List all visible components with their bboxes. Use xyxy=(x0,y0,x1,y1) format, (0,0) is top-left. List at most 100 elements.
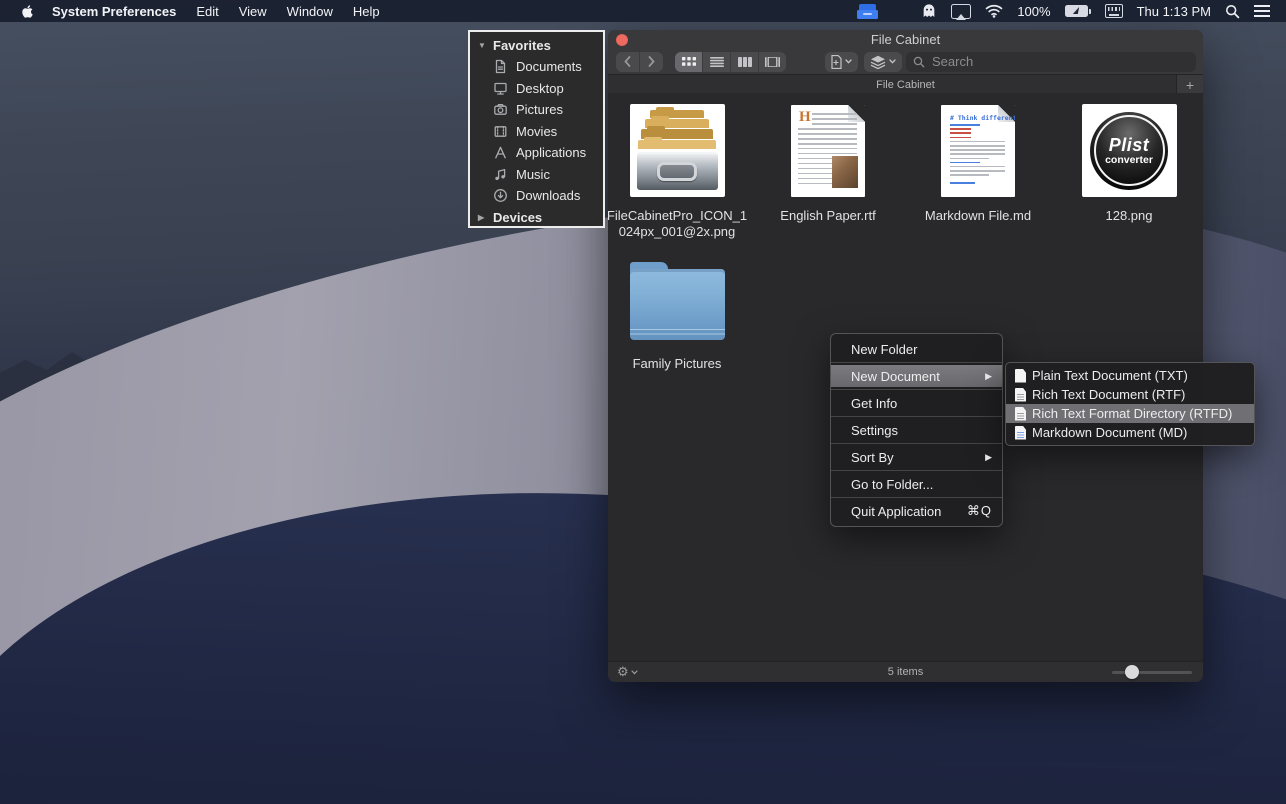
markdown-link-line xyxy=(950,182,976,184)
submenu-item-markdown-md[interactable]: Markdown Document (MD) xyxy=(1006,423,1254,442)
folder-icon xyxy=(608,262,752,340)
document-icon xyxy=(1015,387,1026,402)
menu-bar-clock[interactable]: Thu 1:13 PM xyxy=(1137,4,1211,19)
disclosure-right-icon[interactable]: ▶ xyxy=(478,213,487,222)
file-name: Family Pictures xyxy=(632,356,722,371)
file-item-markdown-md[interactable]: # Think different Markdown File.md xyxy=(903,104,1053,224)
new-document-submenu: Plain Text Document (TXT) Rich Text Docu… xyxy=(1005,362,1255,446)
current-tab-label: File Cabinet xyxy=(876,78,935,91)
new-document-toolbar-button[interactable] xyxy=(825,51,858,72)
document-icon xyxy=(1015,425,1026,440)
submenu-item-plain-text-txt[interactable]: Plain Text Document (TXT) xyxy=(1006,366,1254,385)
window-title: File Cabinet xyxy=(870,32,941,47)
sidebar-item-pictures[interactable]: Pictures xyxy=(470,99,603,121)
sidebar-item-movies[interactable]: Movies xyxy=(470,121,603,143)
plist-converter-logo: Plist converter xyxy=(1090,111,1168,190)
chevron-down-icon xyxy=(845,59,852,64)
view-mode-segmented-control xyxy=(675,51,786,72)
list-view-icon xyxy=(709,56,724,67)
spotlight-search-icon[interactable] xyxy=(1225,4,1240,19)
stack-menu-icon[interactable] xyxy=(892,4,907,18)
submenu-item-rich-text-format-directory-rtfd[interactable]: Rich Text Format Directory (RTFD) xyxy=(1006,404,1254,423)
layers-icon xyxy=(870,55,886,69)
disclosure-down-icon[interactable]: ▼ xyxy=(478,41,487,50)
menu-help[interactable]: Help xyxy=(343,4,390,19)
file-item-128-png[interactable]: Plist converter 128.png xyxy=(1054,104,1203,224)
battery-charging-icon[interactable] xyxy=(1064,5,1091,17)
menu-view[interactable]: View xyxy=(229,4,277,19)
menu-edit[interactable]: Edit xyxy=(186,4,228,19)
context-menu: New Folder New Document Get Info Setting… xyxy=(830,333,1003,527)
favorites-header[interactable]: ▼ Favorites xyxy=(470,35,603,56)
tab-bar[interactable]: File Cabinet + xyxy=(608,75,1203,95)
file-name: Markdown File.md xyxy=(924,208,1032,223)
back-button[interactable] xyxy=(616,52,639,72)
new-tab-button[interactable]: + xyxy=(1176,75,1203,94)
file-item-english-paper-rtf[interactable]: H English Paper.rtf xyxy=(753,104,903,224)
sidebar-item-music[interactable]: Music xyxy=(470,164,603,186)
png-thumbnail xyxy=(608,104,752,197)
group-toolbar-button[interactable] xyxy=(864,51,902,72)
battery-percent[interactable]: 100% xyxy=(1017,4,1050,19)
app-menu-title[interactable]: System Preferences xyxy=(42,4,186,19)
file-item-filecabinetpro-png[interactable]: FileCabinetPro_ICON_1024px_001@2x.png xyxy=(608,104,752,239)
file-name: English Paper.rtf xyxy=(780,208,876,223)
window-toolbar xyxy=(608,49,1203,75)
camera-icon xyxy=(494,104,507,116)
menu-item-sort-by[interactable]: Sort By xyxy=(831,446,1002,468)
search-icon xyxy=(913,56,925,67)
keyboard-shortcut: ⌘Q xyxy=(966,503,992,518)
menu-item-new-document[interactable]: New Document xyxy=(831,365,1002,387)
menu-item-get-info[interactable]: Get Info xyxy=(831,392,1002,414)
menu-item-new-folder[interactable]: New Folder xyxy=(831,338,1002,360)
menu-window[interactable]: Window xyxy=(277,4,343,19)
sidebar-item-downloads[interactable]: Downloads xyxy=(470,185,603,207)
menu-item-settings[interactable]: Settings xyxy=(831,419,1002,441)
ghost-menu-icon[interactable] xyxy=(921,3,937,19)
document-icon xyxy=(495,60,506,74)
music-note-icon xyxy=(495,168,506,180)
status-bar: 5 items xyxy=(608,661,1203,682)
embedded-photo xyxy=(832,156,858,188)
wifi-menu-icon[interactable] xyxy=(985,4,1003,18)
gallery-view-button[interactable] xyxy=(758,51,786,72)
chevron-down-icon xyxy=(889,59,896,64)
submenu-item-rich-text-rtf[interactable]: Rich Text Document (RTF) xyxy=(1006,385,1254,404)
sidebar-item-applications[interactable]: Applications xyxy=(470,142,603,164)
devices-header[interactable]: ▶ Devices xyxy=(470,207,603,228)
sidebar-item-desktop[interactable]: Desktop xyxy=(470,78,603,100)
markdown-lines xyxy=(950,124,1005,178)
forward-button[interactable] xyxy=(639,51,663,72)
icon-size-slider[interactable] xyxy=(1112,665,1192,679)
slider-thumb[interactable] xyxy=(1125,665,1139,679)
search-field[interactable] xyxy=(906,51,1196,72)
file-name: 128.png xyxy=(1105,208,1153,223)
menu-item-quit-application[interactable]: Quit Application ⌘Q xyxy=(831,500,1002,522)
submenu-arrow-icon xyxy=(985,371,992,382)
search-input[interactable] xyxy=(930,53,1189,70)
file-name: FileCabinetPro_ICON_1024px_001@2x.png xyxy=(608,208,748,239)
file-cabinet-menu-icon[interactable] xyxy=(857,3,879,19)
window-titlebar[interactable]: File Cabinet xyxy=(608,30,1203,49)
apple-menu[interactable] xyxy=(12,4,42,19)
keyboard-menu-icon[interactable] xyxy=(1104,4,1123,18)
menu-separator xyxy=(831,389,1002,390)
airplay-menu-icon[interactable] xyxy=(951,3,972,19)
file-item-family-pictures-folder[interactable]: Family Pictures xyxy=(608,262,752,372)
notification-center-icon[interactable] xyxy=(1254,5,1270,17)
chevron-right-icon xyxy=(648,56,655,67)
grid-view-button[interactable] xyxy=(675,51,702,72)
close-button[interactable] xyxy=(616,34,628,46)
sidebar-item-documents[interactable]: Documents xyxy=(470,56,603,78)
markdown-thumbnail: # Think different xyxy=(903,104,1053,197)
file-cabinet-artwork xyxy=(636,107,718,190)
list-view-button[interactable] xyxy=(702,51,730,72)
menu-separator xyxy=(831,497,1002,498)
menu-item-go-to-folder[interactable]: Go to Folder... xyxy=(831,473,1002,495)
gallery-view-icon xyxy=(765,56,780,67)
column-view-button[interactable] xyxy=(730,51,758,72)
navigation-buttons xyxy=(616,51,663,72)
document-icon xyxy=(831,54,842,69)
column-view-icon xyxy=(737,56,752,67)
document-icon xyxy=(1015,368,1026,383)
